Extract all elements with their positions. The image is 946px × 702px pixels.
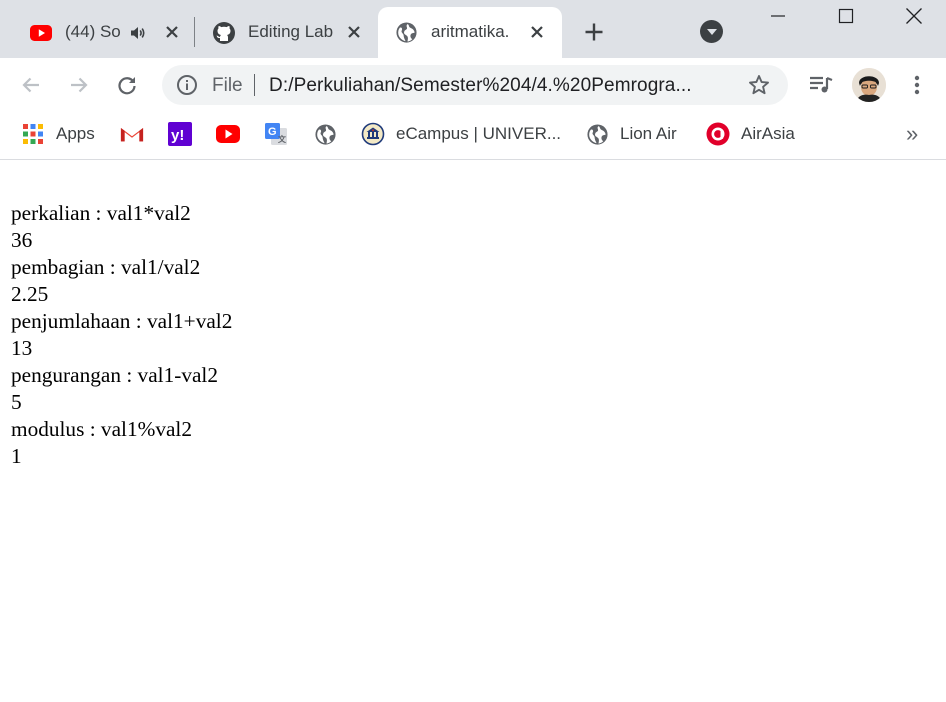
bookmark-yahoo[interactable]: y! <box>168 122 192 146</box>
reload-button[interactable] <box>112 70 142 100</box>
svg-text:文: 文 <box>278 134 287 144</box>
operation-result: 36 <box>11 228 33 252</box>
operation-result: 2.25 <box>11 282 49 306</box>
bookmark-label: Lion Air <box>620 124 677 143</box>
operation-label: pembagian : val1/val2 <box>11 255 201 279</box>
tab-separator <box>194 17 195 47</box>
youtube-icon <box>30 22 52 44</box>
gmail-icon <box>120 122 144 146</box>
operation-label: modulus : val1%val2 <box>11 417 193 441</box>
github-icon <box>212 21 236 45</box>
speaker-icon[interactable] <box>129 24 147 42</box>
close-tab-icon[interactable] <box>527 22 547 42</box>
airasia-icon <box>706 122 730 146</box>
tab-aritmatika[interactable]: aritmatika. <box>378 7 562 58</box>
star-icon[interactable] <box>748 74 770 96</box>
yahoo-icon: y! <box>168 122 192 146</box>
youtube-icon <box>216 122 240 146</box>
minimize-button[interactable] <box>744 0 812 32</box>
bookmark-gmail[interactable] <box>120 122 144 146</box>
close-tab-icon[interactable] <box>344 22 364 42</box>
close-tab-icon[interactable] <box>162 22 182 42</box>
bookmark-airasia[interactable]: AirAsia <box>706 122 795 146</box>
apps-grid-icon <box>21 122 45 146</box>
bookmarks-bar: Apps y! G文 eCampus | UNIVER... Lion Air … <box>0 112 946 160</box>
bookmark-label: AirAsia <box>741 124 795 143</box>
tab-search-button[interactable] <box>700 20 723 43</box>
avatar[interactable] <box>852 68 886 102</box>
back-button[interactable] <box>16 70 46 100</box>
bookmark-label: Apps <box>56 124 95 143</box>
operation-result: 13 <box>11 336 33 360</box>
info-icon[interactable] <box>176 74 198 96</box>
operation-result: 1 <box>11 444 22 468</box>
tab-youtube[interactable]: (44) So <box>16 7 194 58</box>
tab-github[interactable]: Editing Lab <box>196 7 376 58</box>
globe-icon <box>395 21 418 44</box>
page-content: perkalian : val1*val2 36 pembagian : val1/… <box>11 200 232 470</box>
globe-icon <box>585 122 609 146</box>
svg-text:G: G <box>268 126 277 138</box>
bookmark-apps[interactable]: Apps <box>21 122 95 146</box>
close-window-button[interactable] <box>880 0 946 32</box>
bookmark-globe[interactable] <box>313 122 337 146</box>
operation-label: perkalian : val1*val2 <box>11 201 191 225</box>
scheme-divider <box>254 74 255 96</box>
toolbar: File D:/Perkuliahan/Semester%204/4.%20Pe… <box>0 58 946 112</box>
globe-icon <box>313 122 337 146</box>
svg-text:y!: y! <box>171 127 184 144</box>
menu-icon[interactable] <box>902 70 932 100</box>
media-control-icon[interactable] <box>806 70 836 100</box>
address-bar[interactable]: File D:/Perkuliahan/Semester%204/4.%20Pe… <box>162 65 788 105</box>
new-tab-button[interactable] <box>580 18 608 46</box>
tab-title: (44) So <box>65 22 121 41</box>
bookmark-label: eCampus | UNIVER... <box>396 124 562 143</box>
forward-button[interactable] <box>64 70 94 100</box>
scheme-label: File <box>212 75 243 96</box>
university-crest-icon <box>361 122 385 146</box>
operation-result: 5 <box>11 390 22 414</box>
bookmark-lionair[interactable]: Lion Air <box>585 122 677 146</box>
operation-label: pengurangan : val1-val2 <box>11 363 218 387</box>
tab-title: Editing Lab <box>248 22 334 41</box>
maximize-button[interactable] <box>812 0 880 32</box>
bookmark-google-translate[interactable]: G文 <box>264 122 288 146</box>
more-bookmarks-button[interactable]: » <box>906 121 918 147</box>
bookmark-youtube[interactable] <box>216 122 240 146</box>
google-translate-icon: G文 <box>264 122 288 146</box>
bookmark-ecampus[interactable]: eCampus | UNIVER... <box>361 122 561 146</box>
operation-label: penjumlahaan : val1+val2 <box>11 309 233 333</box>
tab-strip: (44) So Editing Lab aritmatika. <box>0 0 946 58</box>
url-text[interactable]: D:/Perkuliahan/Semester%204/4.%20Pemrogr… <box>269 75 692 97</box>
tab-title: aritmatika. <box>431 22 510 41</box>
